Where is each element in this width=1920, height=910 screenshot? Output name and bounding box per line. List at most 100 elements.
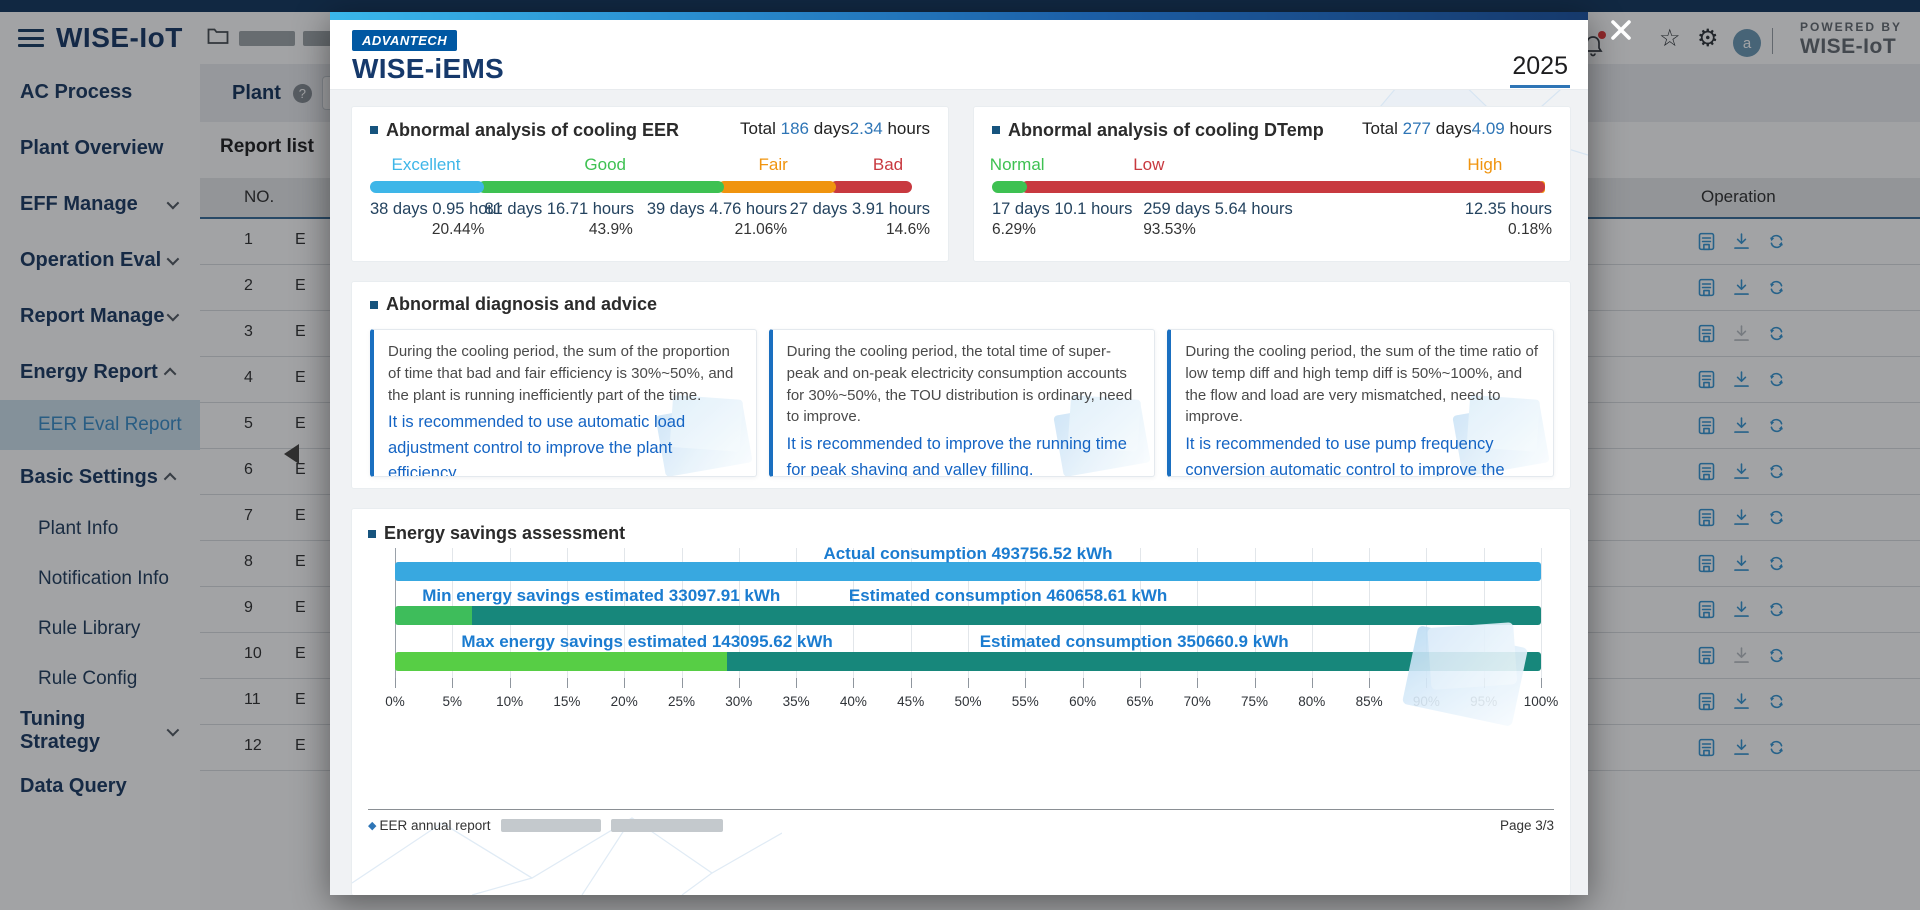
square-bullet-icon [992,126,1000,134]
axis-tick-label: 10% [496,694,523,709]
advice-text: During the cooling period, the sum of th… [1185,341,1539,428]
eer-segment-bar [370,181,930,193]
axis-tick-label: 0% [385,694,405,709]
square-bullet-icon [368,530,376,538]
axis-tick [1083,678,1084,688]
eer-analysis-panel: Abnormal analysis of cooling EER Total 1… [351,106,949,262]
axis-tick-label: 20% [611,694,638,709]
dtemp-label-high: High [1467,155,1502,175]
axis-tick [1369,678,1370,688]
dtemp-segment-low [1021,181,1545,193]
eer-stat-bad: 27 days 3.91 hours14.6% [790,200,930,239]
energy-chart: Actual consumption 493756.52 kWh Min ene… [395,548,1541,724]
advice-recommendation: It is recommended to use pump frequency … [1185,432,1539,477]
axis-tick [567,678,568,688]
eer-stat-excellent: 38 days 0.95 hour20.44% [370,200,484,239]
axis-tick-label: 30% [725,694,752,709]
axis-tick [1255,678,1256,688]
axis-tick [1541,678,1542,688]
chart-axis-labels: 0%5%10%15%20%25%30%35%40%45%50%55%60%65%… [395,694,1541,714]
axis-tick [510,678,511,688]
energy-title: Energy savings assessment [368,523,1541,544]
dtemp-segment-labels: Normal Low High [992,155,1552,179]
axis-tick [395,678,396,688]
eer-segment-good [478,181,724,193]
axis-tick [853,678,854,688]
chart-label: Max energy savings estimated 143095.62 k… [461,632,832,652]
eer-total: Total 186 days2.34 hours [740,119,930,139]
dtemp-segment-bar [992,181,1552,193]
blurred-footer-text [611,819,723,832]
advice-text: During the cooling period, the total tim… [787,341,1141,428]
square-bullet-icon [370,126,378,134]
axis-tick-label: 25% [668,694,695,709]
close-button[interactable] [1607,16,1635,49]
dtemp-stat-high: 12.35 hours0.18% [1465,200,1552,239]
axis-tick-label: 80% [1298,694,1325,709]
chart-label: Estimated consumption 460658.61 kWh [849,586,1167,606]
diagnosis-panel: Abnormal diagnosis and advice During the… [351,281,1571,489]
advice-card: During the cooling period, the total tim… [769,329,1156,477]
advantech-logo: ADVANTECH [352,30,457,51]
dtemp-label-low: Low [1133,155,1164,175]
eer-label-fair: Fair [759,155,788,175]
axis-tick [1312,678,1313,688]
eer-panel-title: Abnormal analysis of cooling EER [370,120,679,141]
dtemp-stat-normal: 17 days 10.1 hours6.29% [992,200,1132,239]
blurred-footer-text [501,819,601,832]
eer-segment-bad [830,181,912,193]
axis-tick-label: 5% [443,694,463,709]
advice-recommendation: It is recommended to improve the running… [787,432,1141,477]
axis-tick-label: 100% [1524,694,1559,709]
axis-tick [624,678,625,688]
axis-tick [452,678,453,688]
axis-tick-label: 60% [1069,694,1096,709]
modal-footer: ◆ EER annual report Page 3/3 [368,809,1554,833]
previous-page-arrow[interactable] [284,444,299,464]
bar-segment-actual [395,562,1541,581]
energy-savings-panel: Energy savings assessment Actual consump… [351,508,1571,895]
dtemp-segment-normal [992,181,1027,193]
eer-label-bad: Bad [873,155,903,175]
advice-card: During the cooling period, the sum of th… [370,329,757,477]
axis-tick [796,678,797,688]
axis-tick-label: 45% [897,694,924,709]
footer-report-label: EER annual report [379,818,490,833]
dtemp-stat-low: 259 days 5.64 hours93.53% [1143,200,1293,239]
advice-recommendation: It is recommended to use automatic load … [388,410,742,477]
product-name: WISE-iEMS [352,53,1588,85]
page-indicator: Page 3/3 [1500,818,1554,833]
eer-segment-labels: Excellent Good Fair Bad [370,155,930,179]
chart-label: Actual consumption 493756.52 kWh [823,544,1112,564]
dtemp-analysis-panel: Abnormal analysis of cooling DTemp Total… [973,106,1571,262]
chart-bar-min-savings [395,606,1541,625]
square-bullet-icon [370,301,378,309]
axis-tick-label: 50% [954,694,981,709]
bar-segment-estimated [472,606,1541,625]
bar-segment-max-savings [395,652,727,671]
chart-bar-actual [395,562,1541,581]
dtemp-label-normal: Normal [990,155,1045,175]
dtemp-segment-stats: 17 days 10.1 hours6.29% 259 days 5.64 ho… [992,200,1552,244]
diamond-bullet-icon: ◆ [368,819,376,832]
axis-tick-label: 35% [783,694,810,709]
gridline [1541,548,1542,688]
eer-segment-fair [718,181,836,193]
modal-body: Abnormal analysis of cooling EER Total 1… [330,90,1588,895]
eer-stat-fair: 39 days 4.76 hours21.06% [633,200,787,239]
modal-header: ADVANTECH WISE-iEMS 2025 [330,20,1588,90]
modal-accent-bar [330,12,1588,20]
chart-label: Min energy savings estimated 33097.91 kW… [422,586,780,606]
axis-tick-label: 55% [1012,694,1039,709]
axis-tick [739,678,740,688]
year-badge: 2025 [1510,52,1570,88]
axis-tick-label: 40% [840,694,867,709]
eer-stat-good: 81 days 16.71 hours43.9% [484,200,632,239]
axis-tick [682,678,683,688]
axis-tick-label: 65% [1126,694,1153,709]
axis-tick [911,678,912,688]
diagnosis-title: Abnormal diagnosis and advice [370,294,1554,315]
chart-label: Estimated consumption 350660.9 kWh [980,632,1289,652]
eer-segment-excellent [370,181,484,193]
axis-tick-label: 75% [1241,694,1268,709]
